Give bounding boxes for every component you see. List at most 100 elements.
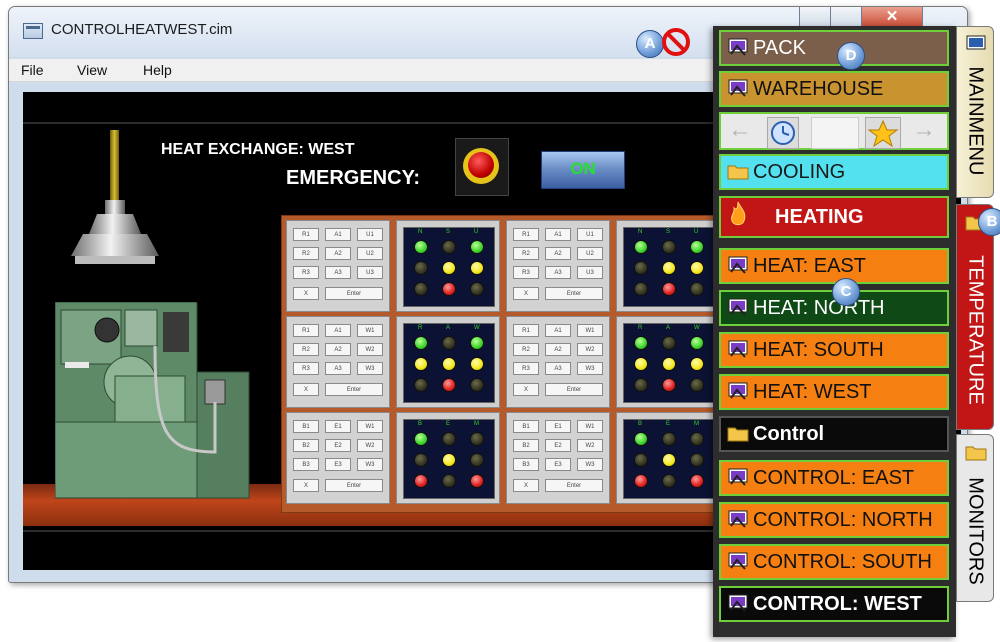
keypad-key[interactable]: W1 <box>577 324 603 337</box>
on-button[interactable]: ON <box>541 151 625 189</box>
keypad-key[interactable]: R2 <box>513 247 539 260</box>
keypad-key[interactable]: U2 <box>357 247 383 260</box>
keypad-key[interactable]: A1 <box>545 228 571 241</box>
keypad-clear-key[interactable]: X <box>293 383 319 396</box>
tab-mainmenu[interactable]: MAINMENU <box>956 26 994 198</box>
keypad-key[interactable]: A1 <box>545 324 571 337</box>
menu-item-control-east[interactable]: CONTROL: EAST <box>719 460 949 496</box>
keypad-key[interactable]: W3 <box>577 362 603 375</box>
keypad-key[interactable]: E2 <box>325 439 351 452</box>
favorites-star-icon[interactable] <box>865 117 901 149</box>
menu-item-control-north[interactable]: CONTROL: NORTH <box>719 502 949 538</box>
emergency-stop-button[interactable] <box>455 138 509 196</box>
keypad-enter-key[interactable]: Enter <box>545 479 603 492</box>
menu-item-control-south[interactable]: CONTROL: SOUTH <box>719 544 949 580</box>
keypad-clear-key[interactable]: X <box>293 287 319 300</box>
keypad-enter-key[interactable]: Enter <box>545 383 603 396</box>
menu-file[interactable]: File <box>21 62 44 78</box>
keypad-key[interactable]: W3 <box>357 458 383 471</box>
keypad-key[interactable]: W2 <box>357 439 383 452</box>
keypad-key[interactable]: E2 <box>545 439 571 452</box>
keypad-enter-key[interactable]: Enter <box>325 287 383 300</box>
keypad-key[interactable]: A1 <box>325 324 351 337</box>
keypad-key[interactable]: B1 <box>513 420 539 433</box>
keypad-key[interactable]: E3 <box>545 458 571 471</box>
keypad-key[interactable]: R2 <box>293 247 319 260</box>
keypad-clear-key[interactable]: X <box>513 479 539 492</box>
indicator-header: E <box>446 421 451 427</box>
keypad-key[interactable]: B1 <box>293 420 319 433</box>
keypad-enter-key[interactable]: Enter <box>545 287 603 300</box>
keypad-key[interactable]: R1 <box>513 324 539 337</box>
keypad-key[interactable]: B2 <box>293 439 319 452</box>
keypad-key[interactable]: A1 <box>325 228 351 241</box>
menu-item-heating[interactable]: HEATING <box>719 196 949 238</box>
history-clock-icon[interactable] <box>767 117 799 149</box>
keypad-key[interactable]: A2 <box>545 343 571 356</box>
keypad-clear-key[interactable]: X <box>293 479 319 492</box>
keypad-key[interactable]: R3 <box>293 362 319 375</box>
keypad-key[interactable]: R1 <box>293 228 319 241</box>
keypad-key[interactable]: A3 <box>545 362 571 375</box>
tab-monitors[interactable]: MONITORS <box>956 434 994 602</box>
keypad-key[interactable]: U3 <box>357 266 383 279</box>
menu-item-control[interactable]: Control <box>719 416 949 452</box>
keypad-key[interactable]: R3 <box>513 266 539 279</box>
keypad-key[interactable]: A3 <box>325 362 351 375</box>
indicator-light <box>470 240 484 254</box>
keypad-key[interactable]: W3 <box>577 458 603 471</box>
keypad-key[interactable]: E1 <box>325 420 351 433</box>
keypad-key[interactable]: U1 <box>577 228 603 241</box>
menu-item-heat-east[interactable]: HEAT: EAST <box>719 248 949 284</box>
keypad-key[interactable]: R2 <box>513 343 539 356</box>
callout-b: B <box>978 208 1000 236</box>
keypad-key[interactable]: B3 <box>293 458 319 471</box>
keypad-key[interactable]: A3 <box>545 266 571 279</box>
keypad-key[interactable]: E3 <box>325 458 351 471</box>
back-arrow-icon[interactable]: ← <box>727 118 753 144</box>
keypad-key[interactable]: W1 <box>577 420 603 433</box>
keypad-key[interactable]: B2 <box>513 439 539 452</box>
keypad-key[interactable]: A2 <box>325 343 351 356</box>
keypad-clear-key[interactable]: X <box>513 383 539 396</box>
keypad-enter-key[interactable]: Enter <box>325 383 383 396</box>
callout-c: C <box>832 278 860 306</box>
menu-item-control-west[interactable]: CONTROL: WEST <box>719 586 949 622</box>
keypad-key[interactable]: W2 <box>357 343 383 356</box>
keypad-key[interactable]: R3 <box>513 362 539 375</box>
menu-item-heat-south[interactable]: HEAT: SOUTH <box>719 332 949 368</box>
keypad-key[interactable]: R1 <box>293 324 319 337</box>
keypad-key[interactable]: U1 <box>357 228 383 241</box>
keypad-key[interactable]: R2 <box>293 343 319 356</box>
keypad-key[interactable]: W1 <box>357 324 383 337</box>
keypad-enter-key[interactable]: Enter <box>325 479 383 492</box>
keypad-key[interactable]: W3 <box>357 362 383 375</box>
keypad-key[interactable]: A3 <box>325 266 351 279</box>
keypad-key[interactable]: W1 <box>357 420 383 433</box>
keypad-key[interactable]: A2 <box>325 247 351 260</box>
tab-temperature[interactable]: TEMPERATURE <box>956 204 994 430</box>
forward-arrow-icon[interactable]: → <box>911 118 937 144</box>
keypad-key[interactable]: B3 <box>513 458 539 471</box>
keypad-key[interactable]: W2 <box>577 343 603 356</box>
indicator-light <box>442 378 456 392</box>
keypad-key[interactable]: R3 <box>293 266 319 279</box>
keypad-clear-key[interactable]: X <box>513 287 539 300</box>
menu-item-cooling[interactable]: COOLING <box>719 154 949 190</box>
menu-item-pack[interactable]: PACK <box>719 30 949 66</box>
indicator-light <box>690 378 704 392</box>
keypad-key[interactable]: R1 <box>513 228 539 241</box>
indicator-light <box>634 378 648 392</box>
indicator-light <box>470 378 484 392</box>
control-panel-bank: R1 A1 U1 R2 A2 U2 R3 A3 U3 X Enter N S U R1 A1 U1 R2 A2 U2 R… <box>281 215 749 513</box>
indicator-light <box>442 261 456 275</box>
keypad-key[interactable]: U3 <box>577 266 603 279</box>
keypad-key[interactable]: E1 <box>545 420 571 433</box>
menu-item-heat-west[interactable]: HEAT: WEST <box>719 374 949 410</box>
menu-help[interactable]: Help <box>143 62 172 78</box>
keypad-key[interactable]: A2 <box>545 247 571 260</box>
keypad-key[interactable]: U2 <box>577 247 603 260</box>
menu-item-warehouse[interactable]: WAREHOUSE <box>719 71 949 107</box>
menu-view[interactable]: View <box>77 62 107 78</box>
keypad-key[interactable]: W2 <box>577 439 603 452</box>
